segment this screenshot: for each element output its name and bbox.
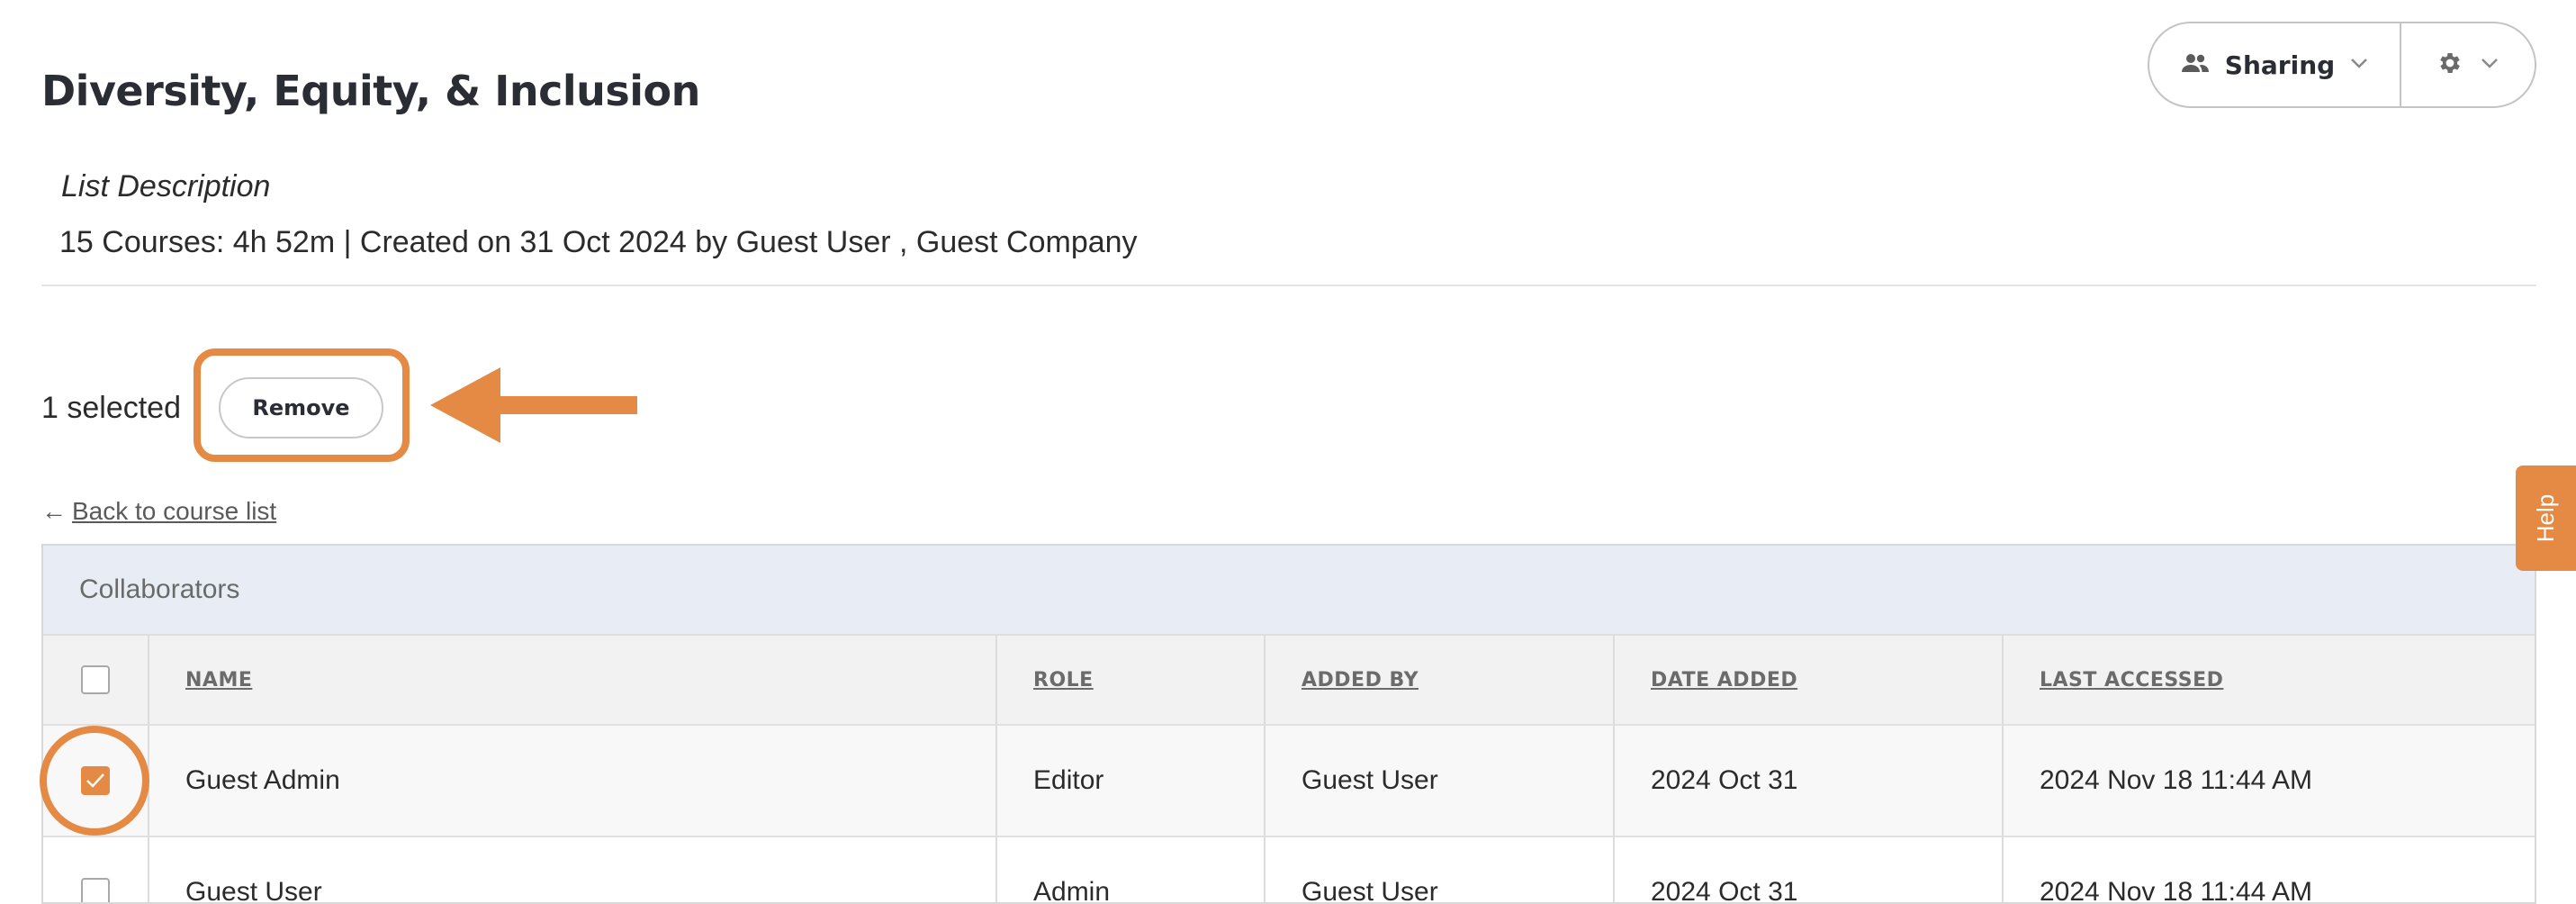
row-checkbox[interactable]: [81, 766, 110, 795]
cell-name: Guest Admin: [149, 726, 997, 836]
divider: [41, 285, 2536, 286]
sort-last-accessed[interactable]: LAST ACCESSED: [2040, 669, 2223, 692]
help-label: Help: [2531, 493, 2559, 543]
sort-role[interactable]: ROLE: [1033, 669, 1094, 692]
selected-count: 1 selected: [41, 391, 181, 425]
gear-icon: [2436, 50, 2463, 81]
chevron-down-icon: [2349, 57, 2369, 74]
cell-last-accessed: 2024 Nov 18 11:44 AM: [2040, 765, 2312, 795]
header-controls: Sharing: [2148, 22, 2536, 108]
table-header-row: NAME ROLE ADDED BY DATE ADDED LAST ACCES…: [43, 636, 2535, 726]
cell-role: Admin: [997, 837, 1265, 902]
list-meta: 15 Courses: 4h 52m | Created on 31 Oct 2…: [59, 225, 1138, 259]
column-header-last-accessed: LAST ACCESSED: [2004, 636, 2535, 724]
row-checkbox[interactable]: [81, 878, 110, 902]
cell-date-added: 2024 Oct 31: [1615, 726, 2004, 836]
sharing-button[interactable]: Sharing: [2149, 23, 2401, 106]
back-to-course-list-link[interactable]: ← Back to course list: [41, 497, 276, 526]
page-title: Diversity, Equity, & Inclusion: [41, 67, 700, 115]
settings-button[interactable]: [2401, 23, 2535, 106]
column-header-role: ROLE: [997, 636, 1265, 724]
column-header-date-added: DATE ADDED: [1615, 636, 2004, 724]
cell-name: Guest User: [149, 837, 997, 902]
sharing-label: Sharing: [2224, 50, 2336, 80]
remove-button[interactable]: Remove: [219, 377, 383, 438]
row-checkbox-cell: [43, 837, 149, 902]
sort-date-added[interactable]: DATE ADDED: [1651, 669, 1797, 692]
cell-role: Editor: [997, 726, 1265, 836]
collaborators-table: Collaborators NAME ROLE ADDED BY DATE AD…: [41, 544, 2536, 904]
people-icon: [2180, 52, 2211, 78]
list-description-label: List Description: [61, 169, 271, 203]
sort-name[interactable]: NAME: [185, 669, 252, 692]
help-tab[interactable]: Help: [2516, 466, 2576, 571]
annotation-arrow: [430, 367, 641, 447]
arrow-left-icon: ←: [41, 497, 67, 525]
chevron-down-icon: [2480, 57, 2499, 74]
row-checkbox-cell: [43, 726, 149, 836]
sort-added-by[interactable]: ADDED BY: [1302, 669, 1419, 692]
cell-added-by: Guest User: [1265, 837, 1615, 902]
select-all-checkbox[interactable]: [81, 665, 110, 694]
cell-last-accessed: 2024 Nov 18 11:44 AM: [2040, 877, 2312, 904]
cell-date-added: 2024 Oct 31: [1615, 837, 2004, 902]
checkmark-icon: [86, 773, 104, 788]
back-link-label: Back to course list: [72, 497, 277, 525]
table-caption: Collaborators: [43, 546, 2535, 636]
cell-added-by: Guest User: [1265, 726, 1615, 836]
column-header-name: NAME: [149, 636, 997, 724]
table-row[interactable]: Guest User Admin Guest User 2024 Oct 31 …: [43, 837, 2535, 904]
header-checkbox-cell: [43, 636, 149, 724]
table-row[interactable]: Guest Admin Editor Guest User 2024 Oct 3…: [43, 726, 2535, 837]
column-header-added-by: ADDED BY: [1265, 636, 1615, 724]
